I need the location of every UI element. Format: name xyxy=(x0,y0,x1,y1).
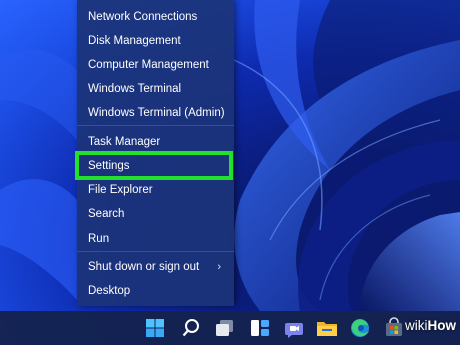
chevron-right-icon: › xyxy=(217,261,221,273)
watermark-how: How xyxy=(427,318,457,333)
task-view-icon[interactable] xyxy=(212,315,238,341)
wikihow-watermark: wikiHow xyxy=(405,318,456,333)
store-icon[interactable] xyxy=(381,315,407,341)
menu-item-network-connections[interactable]: Network Connections xyxy=(77,5,234,29)
menu-item-search[interactable]: Search xyxy=(77,202,234,226)
menu-item-computer-management[interactable]: Computer Management xyxy=(77,53,234,77)
taskbar xyxy=(0,311,460,345)
menu-item-settings[interactable]: Settings xyxy=(77,154,234,178)
menu-item-desktop[interactable]: Desktop xyxy=(77,279,234,303)
menu-separator xyxy=(77,125,234,126)
widgets-icon[interactable] xyxy=(247,315,273,341)
edge-browser-icon[interactable] xyxy=(347,315,373,341)
menu-item-run[interactable]: Run xyxy=(77,227,234,251)
watermark-wiki: wiki xyxy=(405,318,428,333)
teams-chat-icon[interactable] xyxy=(281,315,307,341)
winx-quick-link-menu: Network Connections Disk Management Comp… xyxy=(77,0,234,306)
file-explorer-icon[interactable] xyxy=(314,315,340,341)
windows-start-icon[interactable] xyxy=(142,315,168,341)
menu-item-windows-terminal[interactable]: Windows Terminal xyxy=(77,77,234,101)
menu-item-label: Shut down or sign out xyxy=(88,261,200,273)
menu-item-task-manager[interactable]: Task Manager xyxy=(77,130,234,154)
menu-separator xyxy=(77,251,234,252)
menu-item-windows-terminal-admin[interactable]: Windows Terminal (Admin) xyxy=(77,101,234,125)
desktop-background: Network Connections Disk Management Comp… xyxy=(0,0,460,345)
search-icon[interactable] xyxy=(178,315,204,341)
menu-item-shut-down-or-sign-out[interactable]: Shut down or sign out › xyxy=(77,255,234,279)
menu-item-disk-management[interactable]: Disk Management xyxy=(77,29,234,53)
menu-item-file-explorer[interactable]: File Explorer xyxy=(77,178,234,202)
